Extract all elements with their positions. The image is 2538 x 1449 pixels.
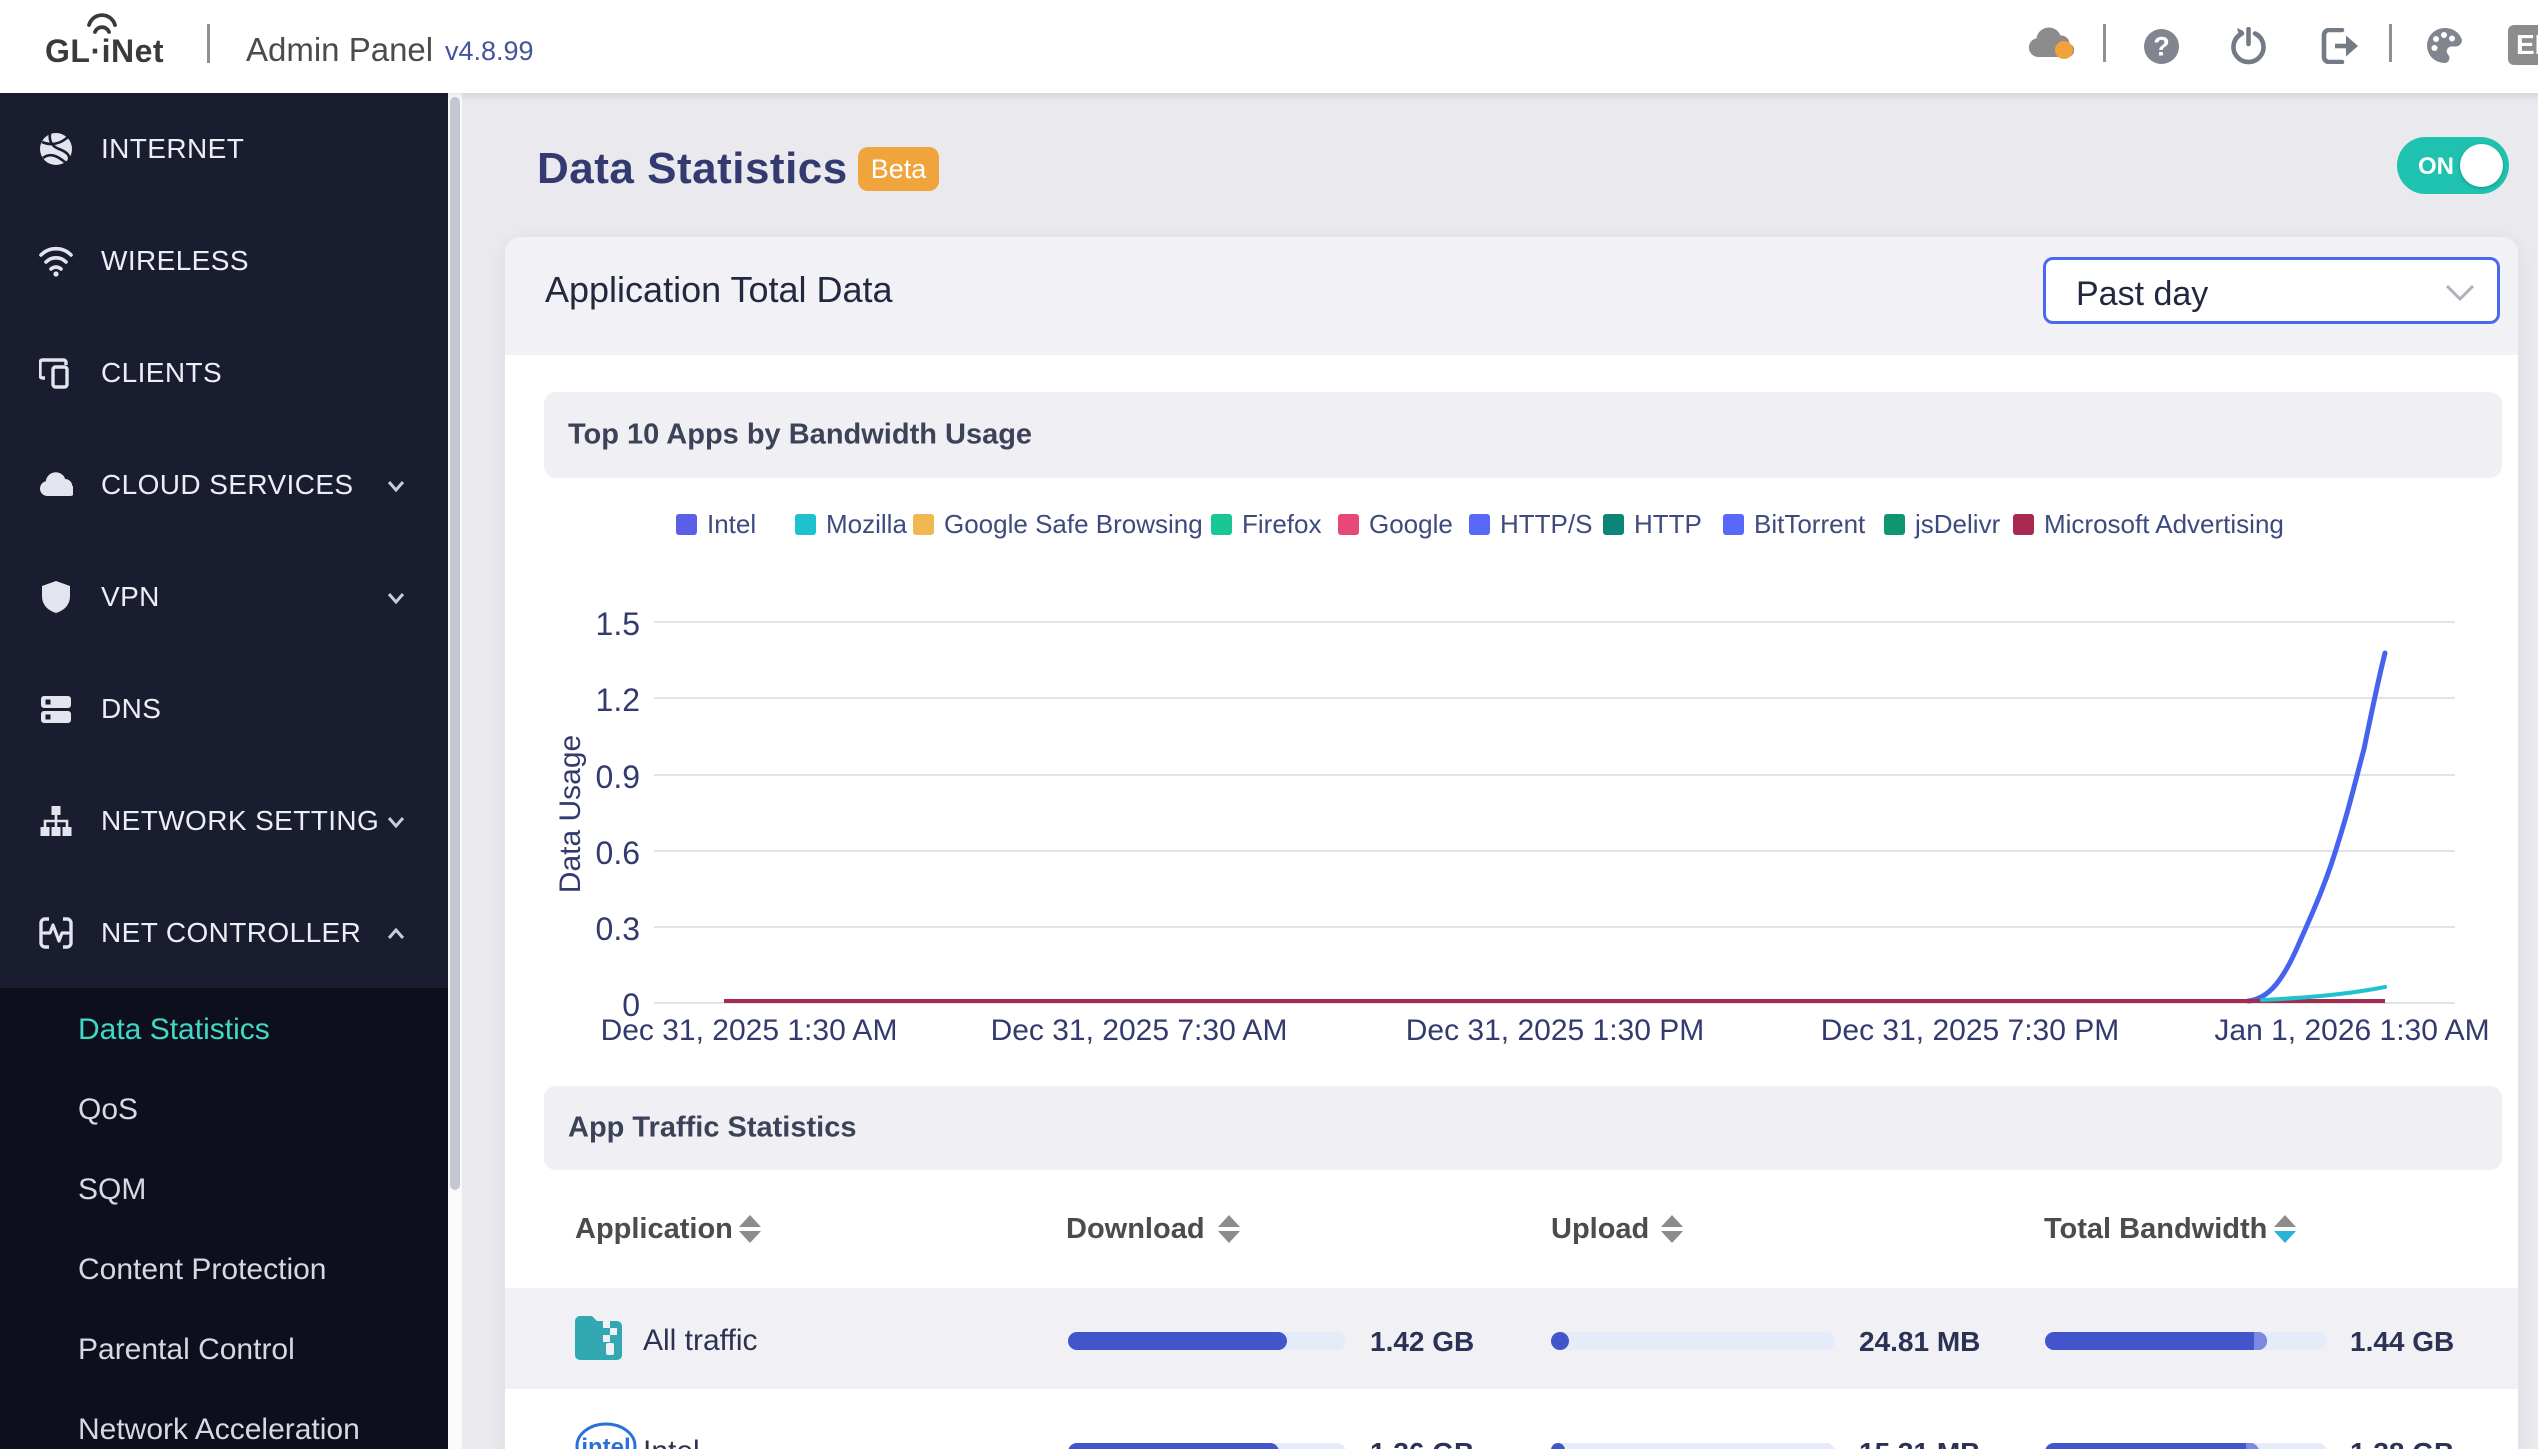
svg-text:?: ? [2153, 32, 2170, 62]
svg-text:intel: intel [581, 1434, 630, 1449]
